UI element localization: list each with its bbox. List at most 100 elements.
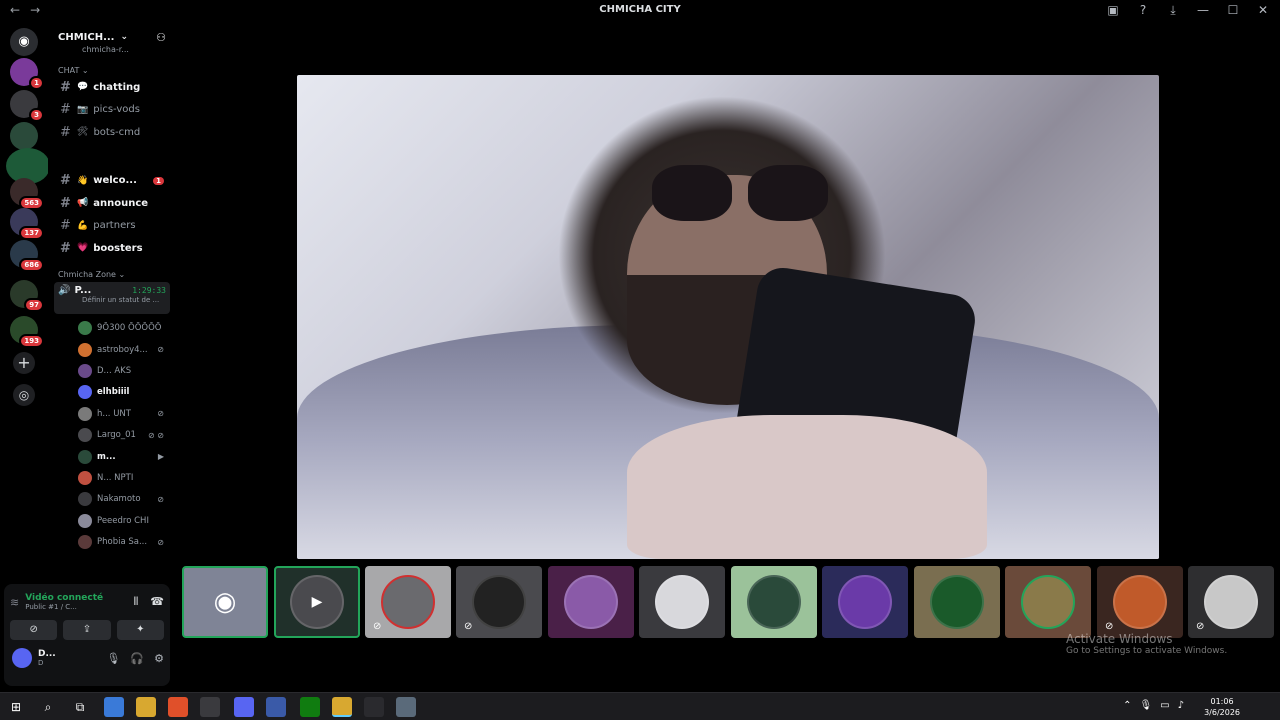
copilot-icon[interactable] bbox=[104, 697, 124, 717]
voice-user[interactable]: elhbiiil bbox=[48, 382, 176, 403]
maximize-icon[interactable]: ☐ bbox=[1226, 3, 1240, 18]
avatar bbox=[1021, 575, 1075, 629]
participant-tile[interactable]: ⊘ bbox=[1097, 566, 1183, 638]
chrome-icon[interactable] bbox=[332, 697, 352, 717]
camera-off-button[interactable]: ⊘ bbox=[10, 620, 58, 640]
noise-suppression-icon[interactable]: ⫴ bbox=[134, 595, 139, 609]
chevron-up-icon[interactable]: ⌃ bbox=[1123, 700, 1131, 711]
microphone-tray-icon[interactable]: 🎙 bbox=[1139, 700, 1152, 711]
voice-user[interactable]: astroboy4... ⊘ bbox=[48, 339, 176, 360]
download-icon[interactable]: ⤓ bbox=[1166, 3, 1180, 18]
screen-share-button[interactable]: ⇪ bbox=[63, 620, 111, 640]
user-avatar[interactable] bbox=[12, 648, 32, 668]
voice-user[interactable]: Largo_01 ⊘ ⊘ bbox=[48, 424, 176, 445]
camera-icon: ▶ bbox=[157, 452, 164, 462]
watermark-subtitle: Go to Settings to activate Windows. bbox=[1066, 646, 1228, 656]
participant-tile[interactable]: ⊘ bbox=[365, 566, 451, 638]
channel-boosters[interactable]: # 💗 boosters bbox=[48, 237, 176, 260]
channel-item[interactable]: chmicha-r... bbox=[48, 44, 176, 54]
video-subject-hand bbox=[627, 415, 987, 559]
server-icon[interactable]: 193 bbox=[10, 316, 44, 348]
server-icon[interactable]: 97 bbox=[10, 280, 44, 312]
channel-chatting[interactable]: # 💬 chatting bbox=[48, 76, 176, 99]
network-icon[interactable]: ▭ bbox=[1160, 700, 1169, 711]
clock[interactable]: 01:06 3/6/2026 bbox=[1204, 696, 1240, 718]
participant-tile[interactable] bbox=[548, 566, 634, 638]
volume-icon[interactable]: ♪ bbox=[1178, 700, 1184, 711]
server-icon[interactable]: 563 bbox=[10, 178, 44, 210]
start-icon[interactable]: ⊞ bbox=[6, 697, 26, 717]
app-icon[interactable] bbox=[266, 697, 286, 717]
voice-user[interactable]: D... AKS bbox=[48, 360, 176, 381]
guild-name: CHMICH... bbox=[58, 31, 115, 43]
voice-user[interactable]: Peeedro CHI bbox=[48, 510, 176, 531]
voice-user[interactable]: m... ▶ bbox=[48, 446, 176, 467]
channel-emoji: 💗 bbox=[77, 243, 89, 254]
help-icon[interactable]: ? bbox=[1136, 3, 1150, 18]
participant-tile[interactable] bbox=[731, 566, 817, 638]
video-stage[interactable] bbox=[297, 75, 1159, 559]
avatar bbox=[1113, 575, 1167, 629]
voice-channel-name: P... bbox=[74, 284, 92, 296]
close-icon[interactable]: ✕ bbox=[1256, 3, 1270, 18]
server-folder-icon[interactable] bbox=[10, 122, 38, 150]
voice-user[interactable]: h... UNT ⊘ bbox=[48, 403, 176, 424]
channel-welcome[interactable]: # 👋 welco... 1 bbox=[48, 170, 176, 193]
channel-announce[interactable]: # 📢 announce bbox=[48, 192, 176, 215]
activities-button[interactable]: ✦ bbox=[116, 620, 164, 640]
participant-tile[interactable] bbox=[1005, 566, 1091, 638]
participant-tile[interactable]: ⊘ bbox=[456, 566, 542, 638]
disconnect-icon[interactable]: ☎ bbox=[150, 595, 164, 609]
participant-tile[interactable] bbox=[639, 566, 725, 638]
signal-icon[interactable]: ≋ bbox=[10, 596, 19, 609]
participant-tile[interactable]: ⊘ bbox=[1188, 566, 1274, 638]
search-icon[interactable]: ⌕ bbox=[38, 697, 58, 717]
app-icon[interactable] bbox=[364, 697, 384, 717]
headphones-icon[interactable]: 🎧 bbox=[130, 652, 144, 665]
hash-icon: # bbox=[60, 173, 71, 189]
voice-user[interactable]: Nakamoto ⊘ bbox=[48, 489, 176, 510]
channel-partners[interactable]: # 💪 partners bbox=[48, 215, 176, 238]
brave-browser-icon[interactable] bbox=[168, 697, 188, 717]
voice-user[interactable]: N... NPTI bbox=[48, 467, 176, 488]
app-icon[interactable] bbox=[396, 697, 416, 717]
category-chat[interactable]: CHAT ⌄ bbox=[48, 60, 176, 76]
add-member-icon[interactable]: ⚇ bbox=[156, 31, 166, 44]
server-icon[interactable]: 3 bbox=[10, 90, 44, 122]
file-explorer-icon[interactable] bbox=[136, 697, 156, 717]
channel-name: partners bbox=[93, 220, 136, 232]
avatar bbox=[78, 406, 92, 421]
store-icon[interactable] bbox=[200, 697, 220, 717]
discord-home-icon[interactable]: ◉ bbox=[10, 28, 38, 56]
hash-icon: # bbox=[60, 218, 71, 234]
title-bar: ← → CHMICHA CITY ▣ ? ⤓ — ☐ ✕ bbox=[0, 0, 1280, 22]
hash-icon: # bbox=[60, 240, 71, 256]
server-icon[interactable]: 137 bbox=[10, 208, 44, 240]
participant-tile[interactable] bbox=[822, 566, 908, 638]
channel-bots-cmd[interactable]: # 🛠 bots-cmd bbox=[48, 121, 176, 144]
discord-taskbar-icon[interactable] bbox=[234, 697, 254, 717]
voice-location[interactable]: Public #1 / C... bbox=[25, 603, 103, 611]
task-view-icon[interactable]: ⧉ bbox=[70, 697, 90, 717]
server-icon[interactable]: 686 bbox=[10, 240, 44, 272]
participant-tile[interactable] bbox=[914, 566, 1000, 638]
voice-user[interactable]: Phobia Sa... ⊘ bbox=[48, 531, 176, 552]
category-chmicha-zone[interactable]: Chmicha Zone ⌄ bbox=[48, 264, 176, 280]
microphone-icon[interactable]: 🎙 bbox=[106, 652, 120, 665]
server-icon[interactable]: 1 bbox=[10, 58, 44, 90]
minimize-icon[interactable]: — bbox=[1196, 3, 1210, 18]
participant-tile[interactable]: ▶ bbox=[274, 566, 360, 638]
voice-channel-active[interactable]: 🔊 P... 1:29:33 Définir un statut de ... bbox=[54, 281, 170, 314]
inbox-icon[interactable]: ▣ bbox=[1106, 3, 1120, 18]
gear-icon[interactable]: ⚙ bbox=[154, 652, 164, 665]
avatar bbox=[78, 342, 92, 357]
channel-pics-vods[interactable]: # 📷 pics-vods bbox=[48, 99, 176, 122]
channel-name: welco... bbox=[93, 175, 137, 187]
participant-tile[interactable]: ◉ bbox=[182, 566, 268, 638]
voice-control-panel: ≋ Vidéo connecté Public #1 / C... ⫴ ☎ ⊘ … bbox=[4, 584, 170, 686]
unread-badge: 1 bbox=[153, 176, 164, 185]
voice-user[interactable]: 9Ō300 ŌŌŌŌŌ bbox=[48, 318, 176, 339]
discover-icon[interactable]: ◎ bbox=[13, 384, 35, 406]
add-server-icon[interactable]: + bbox=[13, 352, 35, 374]
xbox-icon[interactable] bbox=[300, 697, 320, 717]
